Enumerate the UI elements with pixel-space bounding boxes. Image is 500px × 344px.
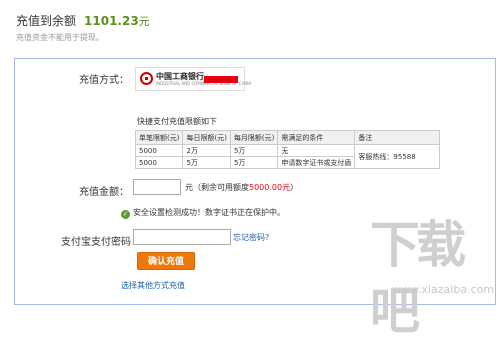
table-cell: 5万 — [229, 144, 279, 157]
forgot-password-link[interactable]: 忘记密码? — [233, 232, 269, 243]
watermark-logo: 下载吧 — [370, 216, 466, 340]
check-circle-icon: ✓ — [121, 210, 130, 219]
balance-amount: 1101.23 — [84, 14, 139, 28]
bank-selector[interactable]: 中国工商银行 INDUSTRIAL AND COMMERCIAL BANK OF… — [135, 67, 251, 91]
security-text: 安全设置检测成功！数字证书正在保护中。 — [133, 208, 285, 217]
amount-unit: 元 — [185, 183, 193, 192]
amount-input[interactable] — [133, 179, 181, 195]
table-cell: 申请数字证书或支付盾 — [277, 156, 356, 169]
table-row: 5000 2万 5万 无 客服热线：95588 — [134, 144, 441, 169]
other-method-link[interactable]: 选择其他方式充值 — [121, 280, 185, 291]
hotline-note: 客服热线：95588 — [354, 144, 441, 169]
limit-col-header: 每月限额(元) — [229, 130, 279, 145]
table-cell: 5万 — [182, 156, 231, 169]
balance-title: 充值到余额 1101.23元 — [16, 12, 150, 29]
watermark-url: www.xiazaiba.com — [392, 283, 495, 296]
table-cell: 5000 — [134, 156, 184, 169]
header: 充值到余额 1101.23元 充值资金不能用于提现。 — [0, 0, 500, 54]
security-status: ✓ 安全设置检测成功！数字证书正在保护中。 — [121, 207, 285, 219]
limit-col-header: 备注 — [354, 130, 441, 145]
table-cell: 2万 — [182, 144, 231, 157]
balance-note: 充值资金不能用于提现。 — [16, 33, 104, 42]
amount-hint-prefix: （剩余可用额度 — [193, 183, 249, 192]
confirm-recharge-button[interactable]: 确认充值 — [137, 252, 195, 270]
icbc-logo-icon — [140, 72, 153, 85]
redaction-mark — [204, 76, 238, 83]
method-label: 充值方式： — [79, 75, 129, 86]
table-cell: 无 — [277, 144, 356, 157]
amount-label: 充值金额： — [79, 187, 129, 198]
password-label: 支付宝支付密码： — [61, 237, 141, 248]
password-input[interactable] — [133, 229, 231, 245]
limit-title: 快捷支付充值限额如下 — [137, 117, 217, 126]
limit-col-header: 每日限额(元) — [182, 130, 231, 145]
balance-unit: 元 — [138, 15, 150, 28]
limit-col-header: 单笔限额(元) — [134, 130, 184, 145]
amount-hint: 元（剩余可用额度5000.00元） — [185, 182, 298, 193]
limit-col-header: 需满足的条件 — [277, 130, 356, 145]
table-cell: 5000 — [134, 144, 184, 157]
balance-label: 充值到余额 — [16, 14, 77, 28]
available-amount: 5000.00元 — [249, 183, 291, 192]
amount-hint-suffix: ） — [290, 183, 299, 192]
limit-table-header: 单笔限额(元) 每日限额(元) 每月限额(元) 需满足的条件 备注 — [134, 130, 441, 145]
table-cell: 5万 — [229, 156, 279, 169]
limit-table: 单笔限额(元) 每日限额(元) 每月限额(元) 需满足的条件 备注 5000 2… — [134, 130, 441, 169]
